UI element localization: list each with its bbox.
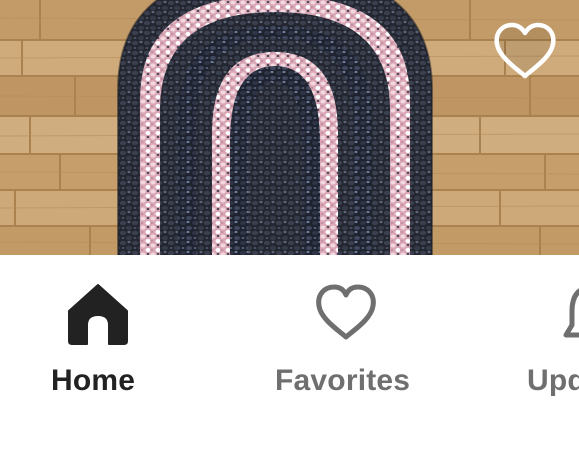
app-screen: Home Favorites Upd bbox=[0, 0, 579, 462]
home-icon bbox=[65, 281, 131, 345]
bell-icon bbox=[560, 281, 579, 345]
tab-favorites-label: Favorites bbox=[275, 364, 411, 397]
tab-updates[interactable]: Upd bbox=[510, 255, 579, 415]
bottom-tab-bar: Home Favorites Upd bbox=[0, 255, 579, 462]
heart-icon bbox=[313, 281, 379, 345]
braided-rug bbox=[117, 0, 433, 255]
favorite-button[interactable] bbox=[491, 20, 559, 82]
product-image[interactable] bbox=[0, 0, 579, 255]
tab-favorites[interactable]: Favorites bbox=[255, 255, 440, 415]
heart-outline-icon bbox=[494, 22, 556, 79]
tab-home-label: Home bbox=[51, 364, 136, 397]
tab-updates-label: Upd bbox=[527, 364, 579, 397]
tab-home[interactable]: Home bbox=[20, 255, 180, 415]
